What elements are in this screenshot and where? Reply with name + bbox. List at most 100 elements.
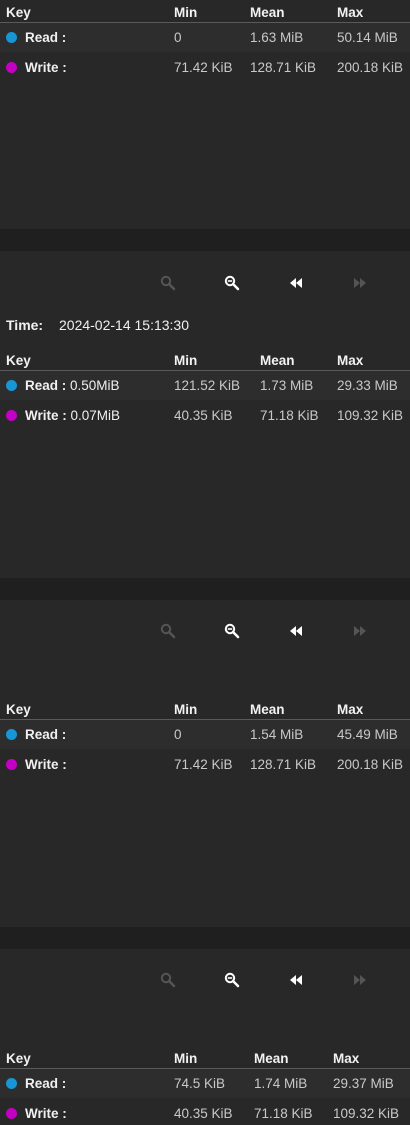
chart-panel-3: Key Min Mean Max Read : 0 1.54 MiB 45.49…: [0, 600, 410, 927]
time-label: Time:: [6, 317, 44, 333]
zoom-in-icon: [160, 972, 176, 988]
header-mean: Mean: [260, 348, 337, 371]
chart-toolbar: [0, 619, 410, 643]
header-mean: Mean: [250, 697, 337, 720]
max-value: 200.18 KiB: [337, 749, 410, 779]
chart-panel-2: Time: 2024-02-14 15:13:30 Key Min Mean Ma…: [0, 251, 410, 578]
zoom-in-button[interactable]: [156, 271, 180, 295]
mean-value: 1.74 MiB: [254, 1068, 333, 1098]
zoom-out-button[interactable]: [220, 271, 244, 295]
legend-table: Key Min Mean Max Read : 0.50MiB 121.52 K…: [0, 348, 410, 430]
header-key: Key: [0, 1046, 174, 1069]
panel-separator: [0, 229, 410, 251]
header-max: Max: [337, 0, 410, 23]
legend-row-write[interactable]: Write : 71.42 KiB 128.71 KiB 200.18 KiB: [0, 52, 410, 82]
legend-row-read[interactable]: Read : 0 1.63 MiB 50.14 MiB: [0, 22, 410, 52]
legend-row-read[interactable]: Read : 74.5 KiB 1.74 MiB 29.37 MiB: [0, 1068, 410, 1098]
zoom-in-icon: [160, 275, 176, 291]
panel-separator: [0, 927, 410, 949]
min-value: 121.52 KiB: [174, 370, 260, 400]
header-key: Key: [0, 697, 174, 720]
zoom-in-button[interactable]: [156, 619, 180, 643]
max-value: 200.18 KiB: [337, 52, 410, 82]
max-value: 45.49 MiB: [337, 719, 410, 749]
zoom-in-button[interactable]: [156, 968, 180, 992]
rewind-button[interactable]: [284, 968, 308, 992]
rewind-icon: [290, 278, 302, 288]
header-min: Min: [174, 1046, 254, 1069]
header-key: Key: [0, 348, 174, 371]
rewind-button[interactable]: [284, 619, 308, 643]
mean-value: 1.63 MiB: [250, 22, 337, 52]
legend-table: Key Min Mean Max Read : 0 1.63 MiB 50.14…: [0, 0, 410, 82]
header-max: Max: [337, 348, 410, 371]
read-color-dot: [6, 1077, 17, 1089]
max-value: 29.37 MiB: [333, 1068, 410, 1098]
zoom-out-icon: [224, 275, 240, 291]
zoom-in-icon: [160, 623, 176, 639]
min-value: 40.35 KiB: [174, 1098, 254, 1125]
time-value: 2024-02-14 15:13:30: [59, 317, 189, 333]
header-min: Min: [174, 348, 260, 371]
legend-row-read[interactable]: Read : 0 1.54 MiB 45.49 MiB: [0, 719, 410, 749]
read-color-dot: [6, 31, 17, 43]
fast-forward-button[interactable]: [348, 619, 372, 643]
chart-toolbar: [0, 271, 410, 295]
chart-panel-1: Key Min Mean Max Read : 0 1.63 MiB 50.14…: [0, 0, 410, 229]
legend-table: Key Min Mean Max Read : 0 1.54 MiB 45.49…: [0, 697, 410, 779]
header-mean: Mean: [254, 1046, 333, 1069]
mean-value: 1.54 MiB: [250, 719, 337, 749]
key-label: Write :: [25, 59, 67, 75]
mean-value: 71.18 KiB: [254, 1098, 333, 1125]
mean-value: 128.71 KiB: [250, 749, 337, 779]
time-readout: Time: 2024-02-14 15:13:30: [6, 316, 189, 334]
rewind-icon: [290, 975, 302, 985]
legend-row-write[interactable]: Write : 40.35 KiB 71.18 KiB 109.32 KiB: [0, 1098, 410, 1125]
chart-toolbar: [0, 968, 410, 992]
zoom-out-icon: [224, 972, 240, 988]
key-label: Write :: [25, 407, 67, 423]
key-label: Read :: [25, 29, 67, 45]
key-label: Read :: [25, 1075, 67, 1091]
min-value: 71.42 KiB: [174, 52, 250, 82]
rewind-icon: [290, 626, 302, 636]
header-mean: Mean: [250, 0, 337, 23]
header-max: Max: [337, 697, 410, 720]
key-label: Write :: [25, 1105, 67, 1121]
legend-row-read[interactable]: Read : 0.50MiB 121.52 KiB 1.73 MiB 29.33…: [0, 370, 410, 400]
legend-row-write[interactable]: Write : 0.07MiB 40.35 KiB 71.18 KiB 109.…: [0, 400, 410, 430]
max-value: 109.32 KiB: [337, 400, 410, 430]
key-label: Write :: [25, 756, 67, 772]
header-min: Min: [174, 697, 250, 720]
write-color-dot: [6, 409, 17, 421]
rewind-button[interactable]: [284, 271, 308, 295]
fast-forward-icon: [354, 975, 366, 985]
header-max: Max: [333, 1046, 410, 1069]
legend-table: Key Min Mean Max Read : 74.5 KiB 1.74 Mi…: [0, 1046, 410, 1125]
key-label: Read :: [25, 726, 67, 742]
max-value: 109.32 KiB: [333, 1098, 410, 1125]
fast-forward-button[interactable]: [348, 968, 372, 992]
legend-row-write[interactable]: Write : 71.42 KiB 128.71 KiB 200.18 KiB: [0, 749, 410, 779]
min-value: 74.5 KiB: [174, 1068, 254, 1098]
write-color-dot: [6, 1107, 17, 1119]
panel-separator: [0, 578, 410, 600]
key-current-value: 0.50MiB: [70, 377, 120, 393]
fast-forward-icon: [354, 626, 366, 636]
min-value: 71.42 KiB: [174, 749, 250, 779]
write-color-dot: [6, 61, 17, 73]
min-value: 0: [174, 719, 250, 749]
zoom-out-button[interactable]: [220, 968, 244, 992]
fast-forward-button[interactable]: [348, 271, 372, 295]
key-label: Read :: [25, 377, 67, 393]
mean-value: 71.18 KiB: [260, 400, 337, 430]
mean-value: 1.73 MiB: [260, 370, 337, 400]
max-value: 29.33 MiB: [337, 370, 410, 400]
write-color-dot: [6, 758, 17, 770]
header-min: Min: [174, 0, 250, 23]
zoom-out-icon: [224, 623, 240, 639]
header-key: Key: [0, 0, 174, 23]
chart-panel-4: Key Min Mean Max Read : 74.5 KiB 1.74 Mi…: [0, 949, 410, 1125]
zoom-out-button[interactable]: [220, 619, 244, 643]
read-color-dot: [6, 728, 17, 740]
